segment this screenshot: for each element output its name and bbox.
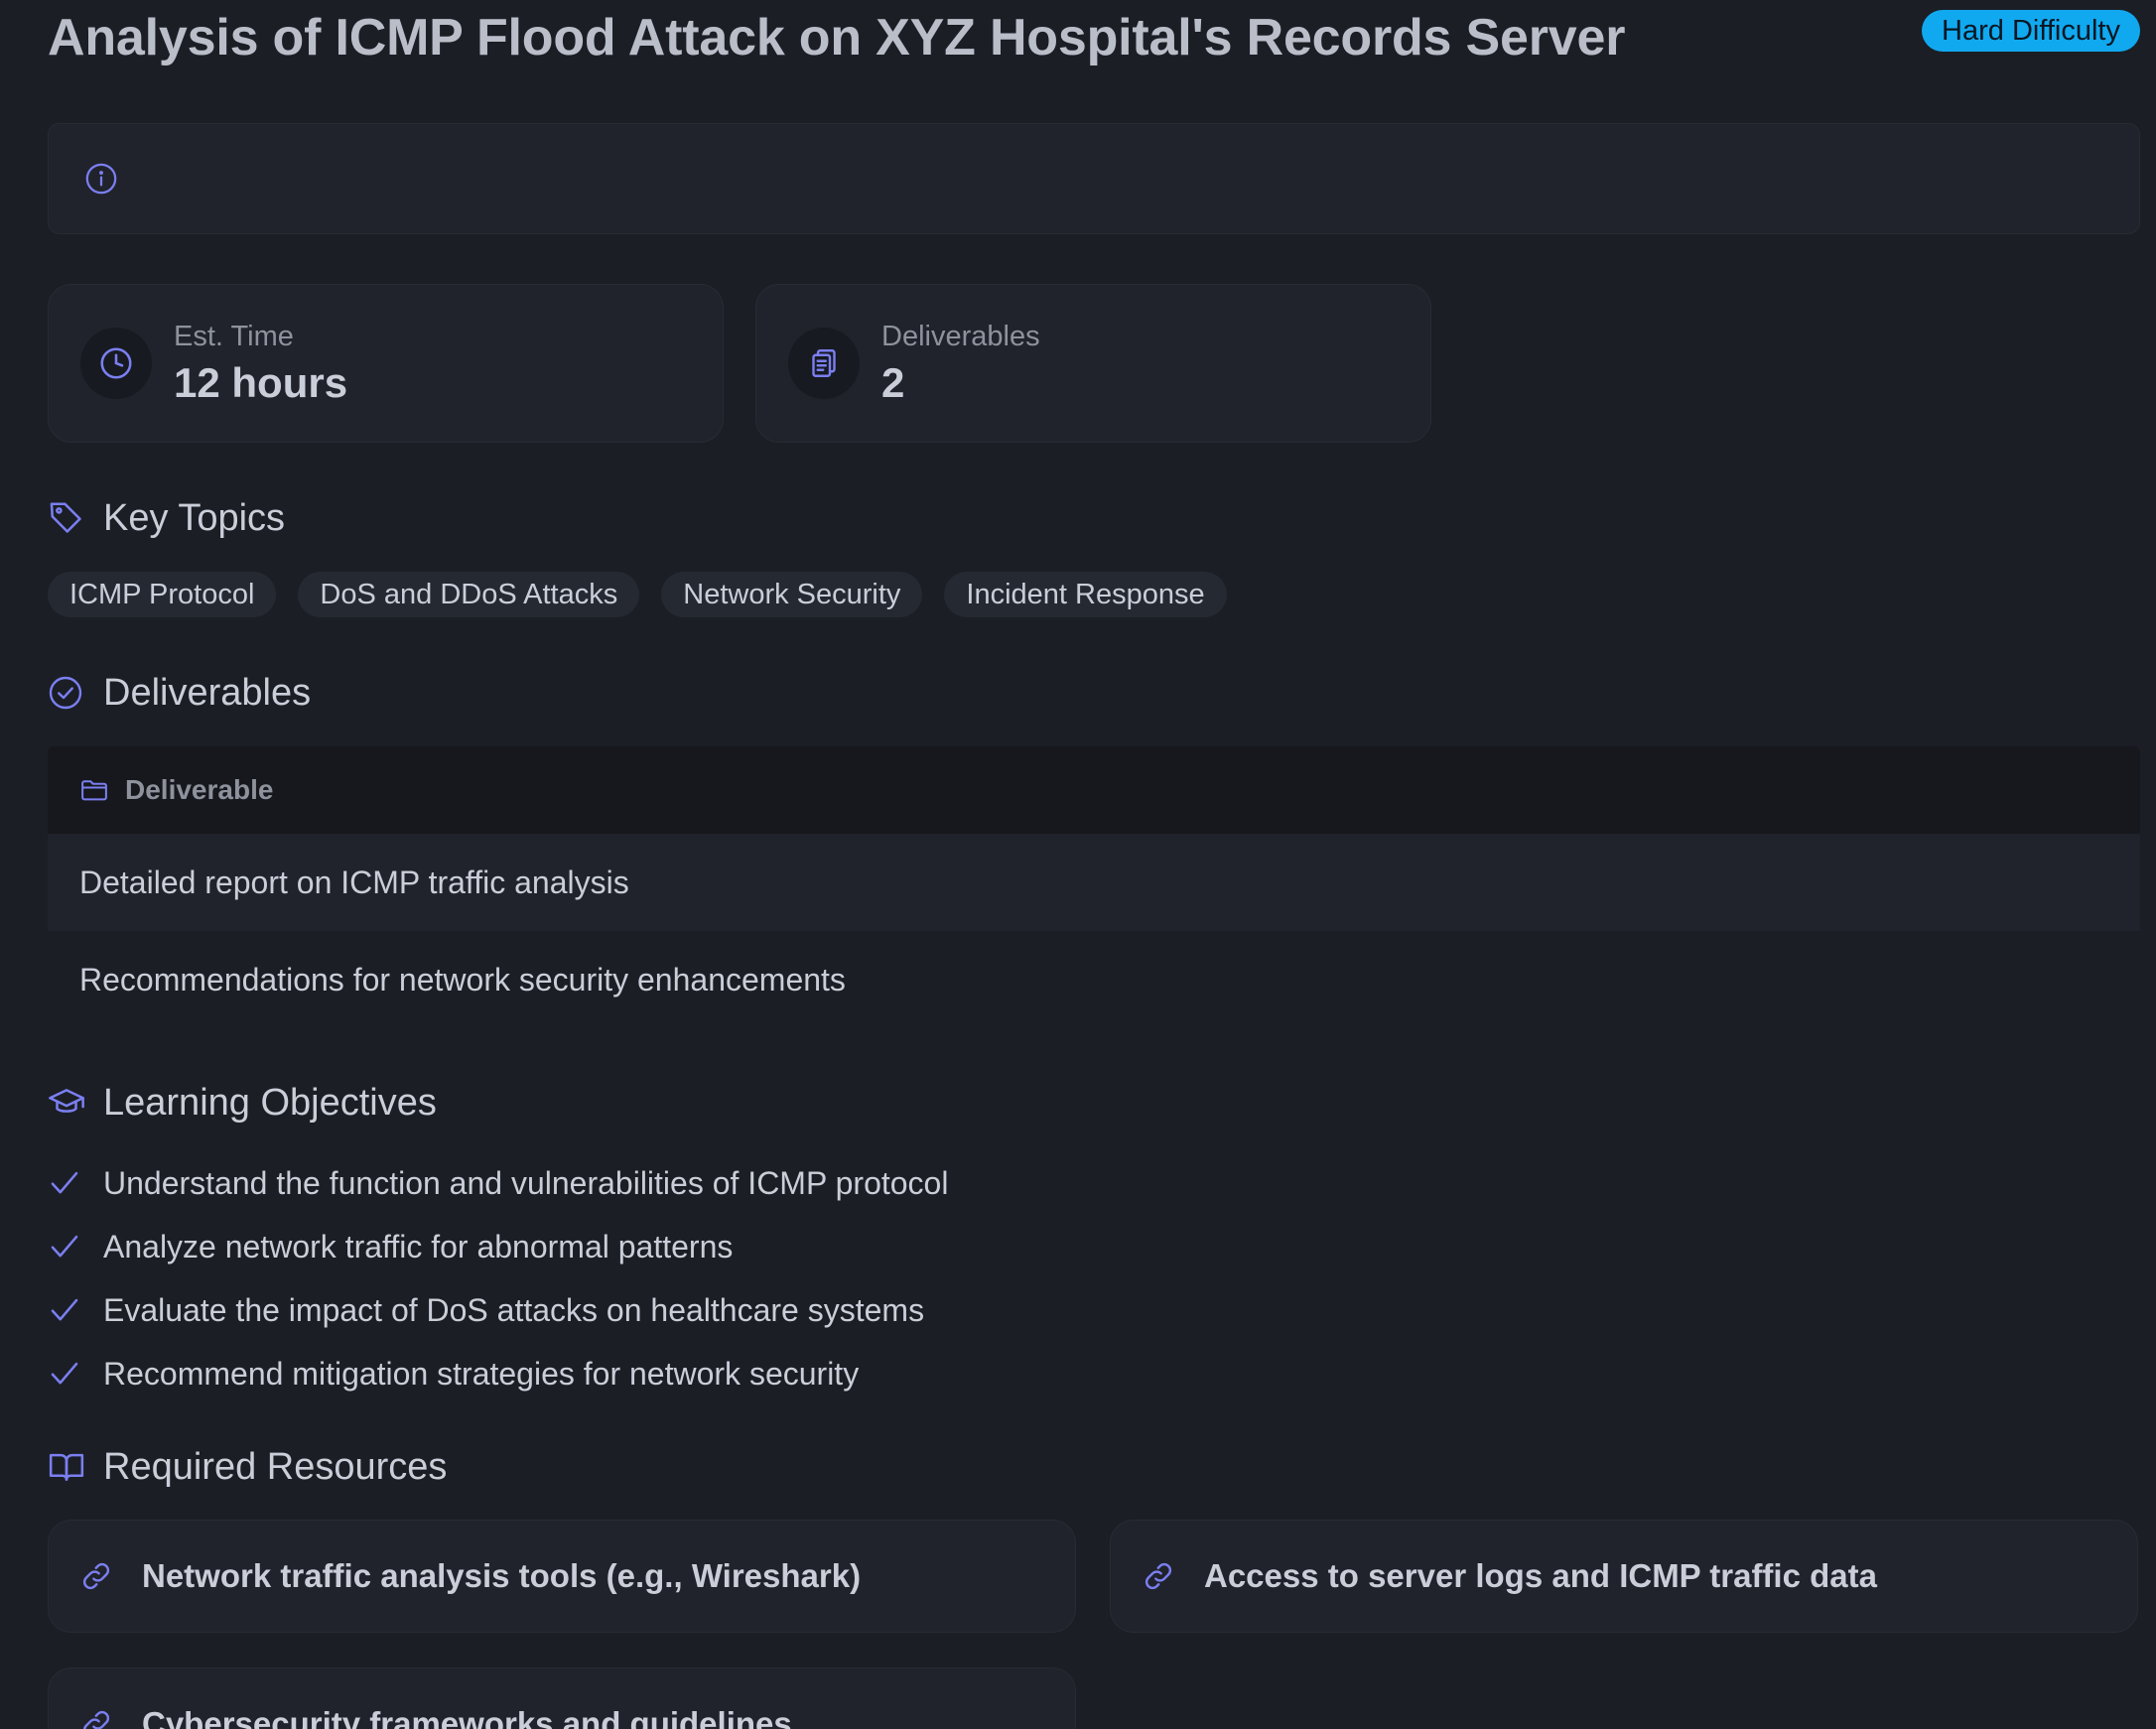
check-icon bbox=[48, 1357, 87, 1391]
list-item: Evaluate the impact of DoS attacks on he… bbox=[48, 1278, 948, 1342]
difficulty-badge: Hard Difficulty bbox=[1922, 10, 2140, 52]
topic-list: ICMP Protocol DoS and DDoS Attacks Netwo… bbox=[48, 572, 1227, 617]
table-row: Detailed report on ICMP traffic analysis bbox=[48, 834, 2140, 931]
topic-chip: DoS and DDoS Attacks bbox=[298, 572, 640, 617]
resource-card-server-logs[interactable]: Access to server logs and ICMP traffic d… bbox=[1110, 1520, 2138, 1633]
stat-label: Deliverables bbox=[881, 320, 1040, 352]
deliverables-heading: Deliverables bbox=[48, 668, 311, 718]
deliverables-table: Deliverable Detailed report on ICMP traf… bbox=[48, 746, 2140, 1028]
stat-card-est-time: Est. Time 12 hours bbox=[48, 284, 724, 443]
table-row: Recommendations for network security enh… bbox=[79, 961, 846, 998]
stat-value: 2 bbox=[881, 358, 905, 406]
topic-chip: ICMP Protocol bbox=[48, 572, 277, 617]
clipboard-icon bbox=[806, 345, 842, 381]
link-icon bbox=[80, 1708, 112, 1729]
page-title: Analysis of ICMP Flood Attack on XYZ Hos… bbox=[48, 9, 1626, 66]
folder-icon bbox=[79, 775, 109, 805]
check-icon bbox=[48, 1230, 87, 1264]
link-icon bbox=[80, 1560, 112, 1592]
topic-chip: Incident Response bbox=[944, 572, 1227, 617]
objective-list: Understand the function and vulnerabilit… bbox=[48, 1151, 948, 1405]
info-icon bbox=[84, 162, 118, 196]
table-header: Deliverable bbox=[48, 746, 2140, 834]
info-box bbox=[48, 123, 2140, 234]
key-topics-heading: Key Topics bbox=[48, 493, 285, 543]
resource-label: Network traffic analysis tools (e.g., Wi… bbox=[142, 1557, 862, 1594]
stat-label: Est. Time bbox=[174, 320, 294, 352]
resource-label: Cybersecurity frameworks and guidelines bbox=[142, 1705, 792, 1729]
resource-label: Access to server logs and ICMP traffic d… bbox=[1204, 1557, 1877, 1594]
required-resources-heading: Required Resources bbox=[48, 1442, 447, 1492]
list-item: Analyze network traffic for abnormal pat… bbox=[48, 1215, 948, 1278]
resource-card-frameworks[interactable]: Cybersecurity frameworks and guidelines bbox=[48, 1667, 1076, 1729]
check-icon bbox=[48, 1293, 87, 1327]
tag-icon bbox=[48, 499, 87, 537]
resource-card-network-tools[interactable]: Network traffic analysis tools (e.g., Wi… bbox=[48, 1520, 1076, 1633]
learning-objectives-heading: Learning Objectives bbox=[48, 1078, 437, 1128]
stat-card-deliverables: Deliverables 2 bbox=[755, 284, 1431, 443]
column-header-deliverable: Deliverable bbox=[125, 774, 274, 805]
clock-icon bbox=[98, 345, 134, 381]
list-item: Recommend mitigation strategies for netw… bbox=[48, 1342, 948, 1405]
stat-value: 12 hours bbox=[174, 358, 348, 406]
topic-chip: Network Security bbox=[661, 572, 923, 617]
book-icon bbox=[48, 1448, 87, 1486]
page: Analysis of ICMP Flood Attack on XYZ Hos… bbox=[0, 0, 2156, 1729]
check-circle-icon bbox=[48, 675, 87, 711]
graduation-cap-icon bbox=[48, 1084, 87, 1122]
check-icon bbox=[48, 1166, 87, 1200]
list-item: Understand the function and vulnerabilit… bbox=[48, 1151, 948, 1215]
link-icon bbox=[1143, 1560, 1174, 1592]
